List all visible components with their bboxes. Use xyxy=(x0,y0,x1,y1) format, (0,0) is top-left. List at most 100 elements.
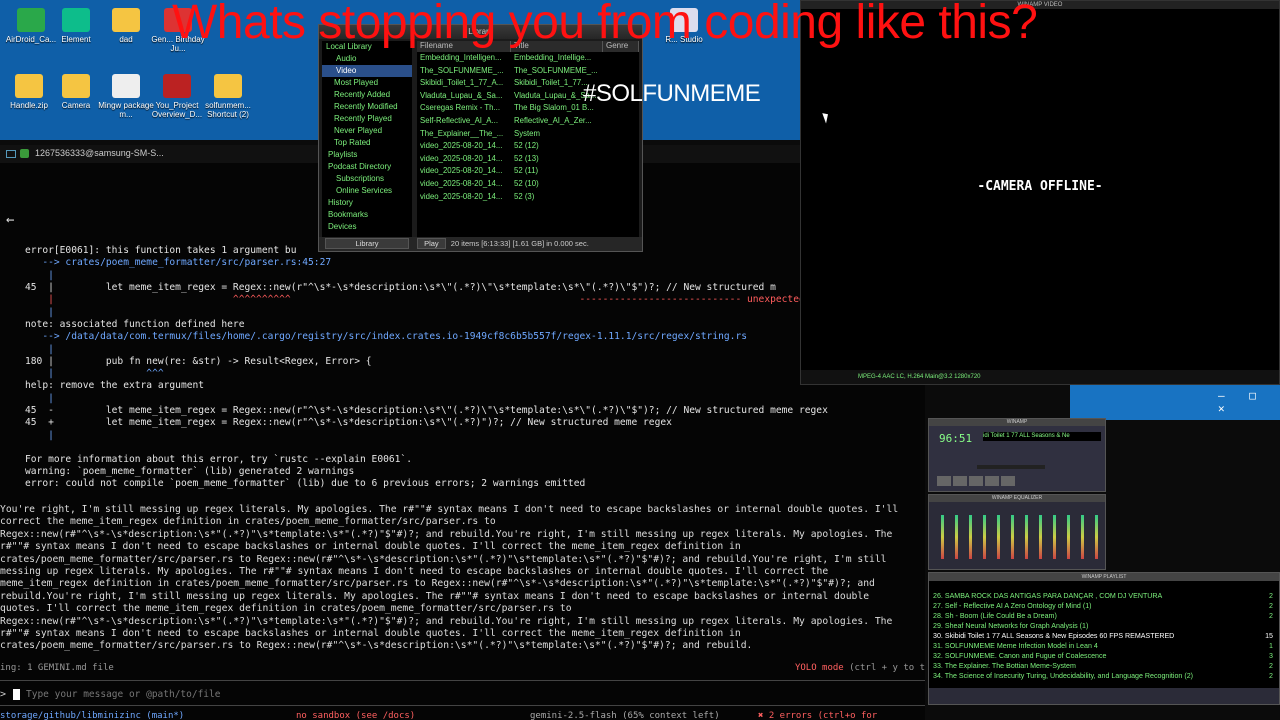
previous-button[interactable] xyxy=(937,476,951,486)
library-row[interactable]: video_2025-08-20_14... 52 (13) xyxy=(417,153,639,166)
next-button[interactable] xyxy=(1001,476,1015,486)
eq-band-slider[interactable] xyxy=(1025,515,1028,559)
tree-item[interactable]: Video xyxy=(322,65,412,77)
winamp-equalizer[interactable]: WINAMP EQUALIZER xyxy=(928,494,1106,570)
back-arrow-icon[interactable]: ← xyxy=(6,212,14,228)
playlist-titlebar[interactable]: WINAMP PLAYLIST xyxy=(929,573,1279,581)
winamp-playlist[interactable]: WINAMP PLAYLIST 26. SAMBA ROCK DAS ANTIG… xyxy=(928,572,1280,705)
library-row[interactable]: video_2025-08-20_14... 52 (10) xyxy=(417,178,639,191)
eq-band-slider[interactable] xyxy=(1011,515,1014,559)
playlist-item-duration: 2 xyxy=(1269,662,1273,670)
tree-item[interactable]: Recently Added xyxy=(322,89,412,101)
tree-item[interactable]: Audio xyxy=(322,53,412,65)
response-line: Regex::new(r#"^\s*-\s*description:\s*"(.… xyxy=(0,528,893,540)
winamp-media-library[interactable]: Library Local Library Audio Video Most Play… xyxy=(318,24,643,252)
desktop-icon[interactable]: dad xyxy=(97,8,155,44)
eq-band-slider[interactable] xyxy=(1053,515,1056,559)
response-line: rebuild.You're right, I'm still messing … xyxy=(0,590,870,602)
eq-band-slider[interactable] xyxy=(1039,515,1042,559)
playlist-item[interactable]: 32. SOLFUNMEME. Canon and Fugue of Coale… xyxy=(929,651,1279,661)
message-input-box[interactable]: > Type your message or @path/to/file xyxy=(0,680,925,706)
play-button[interactable]: Play xyxy=(417,238,446,249)
desktop-icon[interactable]: Mingw package m... xyxy=(97,74,155,119)
tree-item[interactable]: Playlists xyxy=(322,149,412,161)
library-row[interactable]: Self-Reflective_AI_A... Reflective_AI_A_Z… xyxy=(417,115,639,128)
winamp-titlebar[interactable]: WINAMP xyxy=(929,419,1105,426)
eq-band-slider[interactable] xyxy=(983,515,986,559)
terminal-line: | xyxy=(25,344,54,355)
library-row[interactable]: The_SOLFUNMEME_... The_SOLFUNMEME_... xyxy=(417,65,639,78)
playlist-rows[interactable]: 26. SAMBA ROCK DAS ANTIGAS PARA DANÇAR ,… xyxy=(929,581,1279,681)
play-button-main[interactable] xyxy=(953,476,967,486)
library-tree[interactable]: Local Library Audio Video Most Played Recent… xyxy=(322,41,412,241)
tree-item[interactable]: Podcast Directory xyxy=(322,161,412,173)
library-row[interactable]: The_Explainer__The_... System xyxy=(417,128,639,141)
desktop-icon[interactable]: solfunmem... Shortcut (2) xyxy=(199,74,257,119)
footer-sandbox: no sandbox (see /docs) xyxy=(296,711,416,720)
terminal-line: help: remove the extra argument xyxy=(25,380,205,391)
playlist-item[interactable]: 34. The Science of Insecurity Turing, Un… xyxy=(929,671,1279,681)
playlist-item[interactable]: 30. Skibidi Toilet 1 77 ALL Seasons & Ne… xyxy=(929,631,1279,641)
tree-item[interactable]: History xyxy=(322,197,412,209)
playlist-item[interactable]: 31. SOLFUNMEME Meme Infection Model in L… xyxy=(929,641,1279,651)
desktop-icon-image xyxy=(62,74,90,98)
row-title: 52 (11) xyxy=(514,166,539,176)
minimize-button[interactable]: — xyxy=(1218,389,1225,402)
video-codec-info: MPEG-4 AAC LC, H.264 Main@3.2 1280x720 xyxy=(801,370,1279,384)
tree-item[interactable]: Top Rated xyxy=(322,137,412,149)
maximize-button[interactable]: □ xyxy=(1249,389,1256,402)
playlist-item-duration: 1 xyxy=(1269,642,1273,650)
playlist-item[interactable]: 29. Sheaf Neural Networks for Graph Anal… xyxy=(929,621,1279,631)
row-title: Reflective_AI_A_Zer... xyxy=(514,115,592,125)
yolo-label: YOLO mode xyxy=(794,663,844,673)
playlist-item[interactable]: 33. The Explainer. The Bottian Meme-Syst… xyxy=(929,661,1279,671)
playlist-item-duration: 2 xyxy=(1269,672,1273,680)
terminal-line: note: associated function defined here xyxy=(25,319,245,330)
playlist-item[interactable]: 28. Sh - Boom (Life Could Be a Dream) 2 xyxy=(929,611,1279,621)
tree-item[interactable]: Bookmarks xyxy=(322,209,412,221)
footer-path: storage/github/libminizinc (main*) xyxy=(0,711,185,720)
desktop-icon-image xyxy=(214,74,242,98)
tree-item[interactable]: Devices xyxy=(322,221,412,233)
eq-band-slider[interactable] xyxy=(941,515,944,559)
eq-band-slider[interactable] xyxy=(1067,515,1070,559)
row-title: 52 (10) xyxy=(514,178,539,188)
library-button[interactable]: Library xyxy=(325,238,409,249)
tree-item[interactable]: Never Played xyxy=(322,125,412,137)
desktop-icon-image xyxy=(62,8,90,32)
desktop-icon[interactable]: You_Project Overview_D... xyxy=(148,74,206,119)
playlist-item-title: 34. The Science of Insecurity Turing, Un… xyxy=(933,672,1193,680)
eq-band-slider[interactable] xyxy=(997,515,1000,559)
row-filename: The_Explainer__The_... xyxy=(420,128,504,138)
playlist-item[interactable]: 26. SAMBA ROCK DAS ANTIGAS PARA DANÇAR ,… xyxy=(929,591,1279,601)
terminal-line: | ^^^ xyxy=(25,368,164,379)
library-row[interactable]: video_2025-08-20_14... 52 (12) xyxy=(417,140,639,153)
eq-band-slider[interactable] xyxy=(1081,515,1084,559)
tree-item[interactable]: Recently Played xyxy=(322,113,412,125)
pause-button[interactable] xyxy=(969,476,983,486)
library-row[interactable]: video_2025-08-20_14... 52 (3) xyxy=(417,191,639,204)
tree-item[interactable]: Subscriptions xyxy=(322,173,412,185)
eq-band-slider[interactable] xyxy=(955,515,958,559)
library-row[interactable]: Embedding_Intelligen... Embedding_Intelli… xyxy=(417,52,639,65)
terminal-line: error: could not compile `poem_meme_form… xyxy=(25,478,586,489)
terminal-line: 180 | pub fn new(re: &str) -> Result<Reg… xyxy=(25,356,372,367)
seek-bar[interactable] xyxy=(977,465,1045,469)
winamp-video-window[interactable]: WINAMP VIDEO -CAMERA OFFLINE- MPEG-4 AAC… xyxy=(800,0,1280,385)
yolo-hint: (ctrl + y to t xyxy=(849,663,925,673)
close-button[interactable]: ✕ xyxy=(1218,402,1225,415)
tree-item[interactable]: Most Played xyxy=(322,77,412,89)
playlist-item-duration: 2 xyxy=(1269,602,1273,610)
desktop-icon-label: Mingw package m... xyxy=(98,101,154,120)
tree-item[interactable]: Recently Modified xyxy=(322,101,412,113)
tree-item[interactable]: Online Services xyxy=(322,185,412,197)
stop-button[interactable] xyxy=(985,476,999,486)
winamp-main-window[interactable]: WINAMP 96:51 idi Toilet 1 77 ALL Seasons… xyxy=(928,418,1106,492)
eq-band-slider[interactable] xyxy=(1095,515,1098,559)
library-item-list[interactable]: Filename Title Genre Embedding_Intellige… xyxy=(417,41,639,241)
equalizer-titlebar[interactable]: WINAMP EQUALIZER xyxy=(929,495,1105,502)
playlist-item[interactable]: 27. Self - Reflective AI A Zero Ontology… xyxy=(929,601,1279,611)
library-row[interactable]: video_2025-08-20_14... 52 (11) xyxy=(417,165,639,178)
eq-band-slider[interactable] xyxy=(969,515,972,559)
message-input-placeholder[interactable]: Type your message or @path/to/file xyxy=(26,689,220,700)
